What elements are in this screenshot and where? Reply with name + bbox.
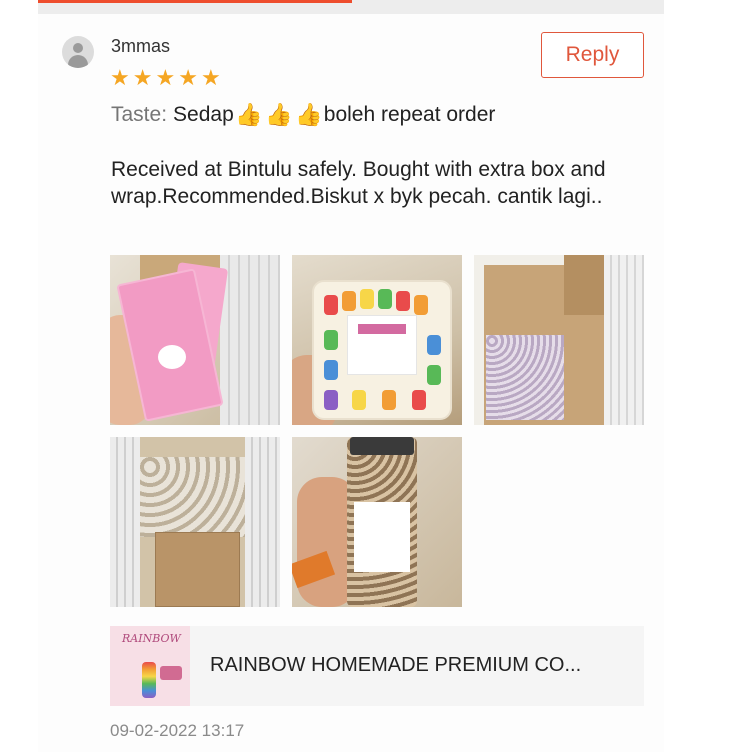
taste-value: Sedap bbox=[173, 103, 234, 126]
reply-button[interactable]: Reply bbox=[541, 32, 644, 78]
star-icon: ★ bbox=[132, 65, 153, 90]
star-icon: ★ bbox=[110, 65, 130, 90]
review-text: Received at Bintulu safely. Bought with … bbox=[111, 158, 606, 208]
star-icon: ★ bbox=[178, 65, 198, 90]
thumbs-up-icon: 👍 bbox=[265, 102, 293, 127]
product-thumb-title: RAINBOW bbox=[122, 632, 181, 645]
avatar[interactable] bbox=[62, 36, 94, 68]
product-thumbnail: RAINBOW bbox=[110, 626, 190, 706]
user-body-icon bbox=[68, 55, 88, 68]
product-link[interactable]: RAINBOW RAINBOW HOMEMADE PREMIUM CO... bbox=[110, 626, 644, 706]
thumbs-up-icon: 👍 bbox=[235, 102, 263, 127]
user-head-icon bbox=[73, 43, 83, 53]
review-photo[interactable] bbox=[292, 255, 462, 425]
taste-line: Taste: Sedap 👍 👍 👍 boleh repeat order bbox=[111, 102, 495, 128]
active-tab-indicator bbox=[38, 0, 352, 3]
review-photo[interactable] bbox=[110, 255, 280, 425]
taste-label: Taste: bbox=[111, 103, 168, 126]
product-name: RAINBOW HOMEMADE PREMIUM CO... bbox=[210, 654, 582, 676]
reviewer-username: 3mmas bbox=[111, 36, 171, 56]
review-photo[interactable] bbox=[110, 437, 280, 607]
taste-comment: boleh repeat order bbox=[323, 103, 496, 126]
star-icon: ★ bbox=[155, 65, 176, 90]
review-photo[interactable] bbox=[474, 255, 644, 425]
review-timestamp: 09-02-2022 13:17 bbox=[110, 721, 245, 740]
thumbs-up-icon: 👍 bbox=[295, 102, 323, 127]
star-icon: ★ bbox=[200, 65, 221, 90]
star-rating: ★ ★ ★ ★ ★ bbox=[110, 66, 221, 90]
review-photo[interactable] bbox=[292, 437, 462, 607]
